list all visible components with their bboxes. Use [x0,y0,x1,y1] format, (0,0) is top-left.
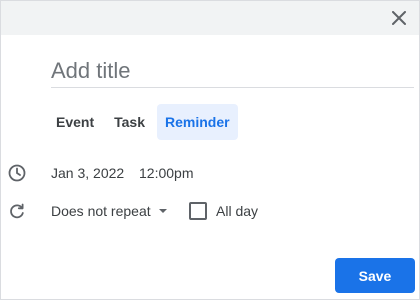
repeat-dropdown-label: Does not repeat [51,203,151,219]
tab-reminder[interactable]: Reminder [157,104,238,140]
clock-icon [8,164,26,182]
reminder-dialog: Event Task Reminder Jan 3, 2022 12:00pm … [0,0,420,300]
repeat-row: Does not repeat All day [1,197,419,225]
tab-event[interactable]: Event [48,104,102,140]
close-icon [392,11,406,25]
caret-down-icon [158,209,167,213]
date-picker[interactable]: Jan 3, 2022 [51,165,124,181]
all-day-label[interactable]: All day [216,203,258,219]
dialog-header [1,1,419,35]
event-type-tabs: Event Task Reminder [48,104,242,140]
datetime-row: Jan 3, 2022 12:00pm [1,159,419,187]
tab-task[interactable]: Task [106,104,153,140]
all-day-checkbox[interactable] [189,202,207,220]
title-input[interactable] [51,55,414,88]
time-picker[interactable]: 12:00pm [139,165,193,181]
close-button[interactable] [387,6,411,30]
save-button[interactable]: Save [335,258,415,293]
repeat-dropdown[interactable]: Does not repeat [51,203,167,219]
repeat-icon [10,203,24,219]
